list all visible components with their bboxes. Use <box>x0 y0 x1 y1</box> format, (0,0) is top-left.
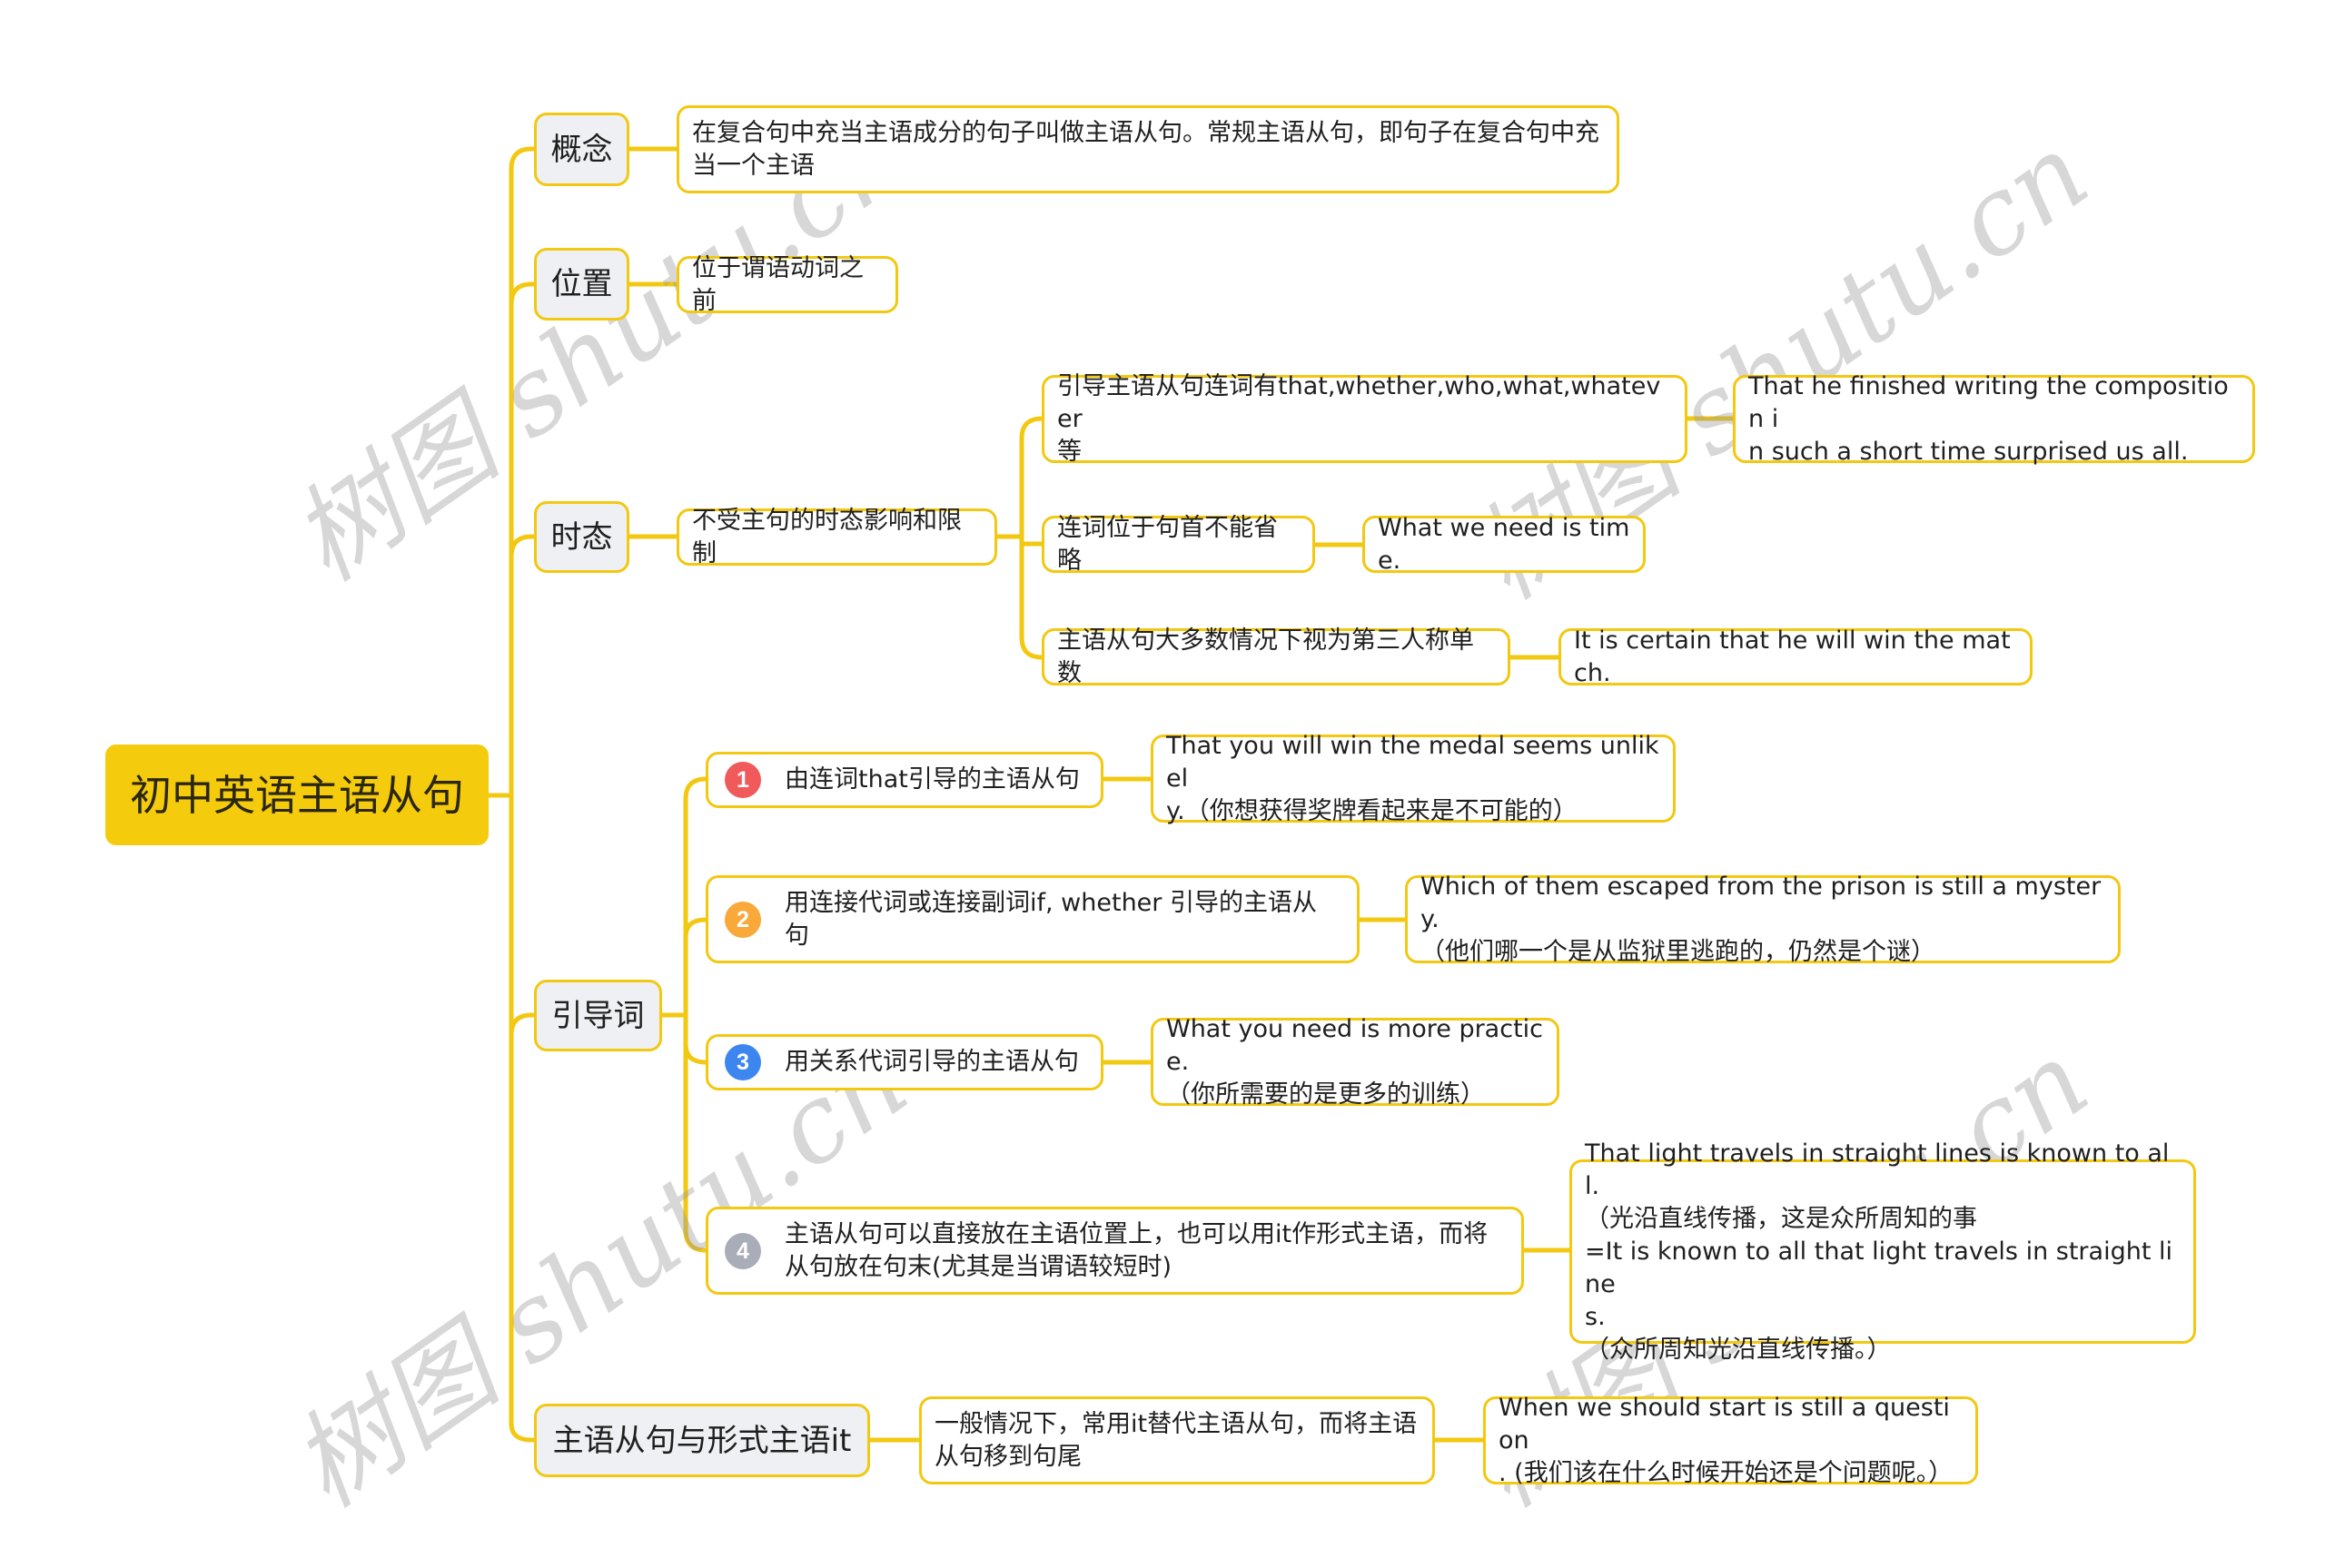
position-description-text: 位于谓语动词之前 <box>692 253 864 315</box>
introducer-item-3-text: 用关系代词引导的主语从句 <box>785 1048 1079 1076</box>
introducer-item-2-text: 用连接代词或连接副词if, whether 引导的主语从 句 <box>785 888 1317 950</box>
tense-example-3-text: It is certain that he will win the match… <box>1574 626 2011 687</box>
connector-introducers <box>509 1012 539 1038</box>
introducer-example-1-text: That you will win the medal seems unlike… <box>1166 731 1659 825</box>
topic-tense-label: 时态 <box>550 518 613 556</box>
formal-it-description-text: 一般情况下，常用it替代主语从句，而将主语 从句移到句尾 <box>935 1409 1418 1471</box>
connector-tense <box>509 534 539 559</box>
topic-position-label: 位置 <box>550 266 613 302</box>
formal-it-description[interactable]: 一般情况下，常用it替代主语从句，而将主语 从句移到句尾 <box>919 1396 1435 1484</box>
introducer-example-2[interactable]: Which of them escaped from the prison is… <box>1405 873 2121 966</box>
tense-child-2-text: 连词位于句首不能省略 <box>1057 513 1278 575</box>
tense-child-2[interactable]: 连词位于句首不能省略 <box>1042 514 1315 575</box>
introducer-item-2[interactable]: 2 用连接代词或连接副词if, whether 引导的主语从 句 <box>706 875 1360 963</box>
root-topic-label: 初中英语主语从句 <box>130 770 464 820</box>
topic-tense[interactable]: 时态 <box>534 501 629 573</box>
tense-example-2[interactable]: What we need is time. <box>1362 514 1646 575</box>
formal-it-example-text: When we should start is still a question… <box>1499 1393 1954 1487</box>
number-badge-4-icon: 4 <box>725 1232 761 1269</box>
introducer-example-1[interactable]: That you will win the medal seems unlike… <box>1151 732 1676 825</box>
connector-concept <box>509 146 539 172</box>
introducer-item-1-text: 由连词that引导的主语从句 <box>785 765 1080 794</box>
tense-child-3[interactable]: 主语从句大多数情况下视为第三人称单数 <box>1042 626 1510 687</box>
introducer-item-4-text: 主语从句可以直接放在主语位置上，也可以用it作形式主语，而将 从句放在句末(尤其… <box>785 1219 1489 1281</box>
tense-example-3[interactable]: It is certain that he will win the match… <box>1558 626 2033 687</box>
tense-child-3-text: 主语从句大多数情况下视为第三人称单数 <box>1057 626 1474 687</box>
topic-position[interactable]: 位置 <box>534 248 629 321</box>
topic-concept-label: 概念 <box>550 131 613 168</box>
number-badge-3-icon: 3 <box>725 1044 761 1080</box>
topic-introducers[interactable]: 引导词 <box>534 980 662 1051</box>
topic-introducers-label: 引导词 <box>551 997 645 1034</box>
connector-position <box>509 281 539 307</box>
number-badge-1-icon: 1 <box>725 762 761 798</box>
concept-description-text: 在复合句中充当主语成分的句子叫做主语从句。常规主语从句，即句子在复合句中充 当一… <box>692 118 1599 180</box>
introducer-example-4[interactable]: That light travels in straight lines is … <box>1569 1139 2196 1364</box>
introducer-example-3-text: What you need is more practice. （你所需要的是更… <box>1166 1014 1544 1109</box>
tense-child-1-text: 引导主语从句连词有that,whether,who,what,whatever … <box>1057 371 1661 466</box>
tense-example-1[interactable]: That he finished writing the composition… <box>1733 372 2255 466</box>
tense-example-1-text: That he finished writing the composition… <box>1748 371 2229 466</box>
connector-formal-it <box>509 1421 539 1443</box>
concept-description[interactable]: 在复合句中充当主语成分的句子叫做主语从句。常规主语从句，即句子在复合句中充 当一… <box>677 105 1619 193</box>
introducer-example-4-text: That light travels in straight lines is … <box>1585 1139 2172 1364</box>
root-topic[interactable]: 初中英语主语从句 <box>105 745 489 845</box>
tense-description[interactable]: 不受主句的时态影响和限制 <box>677 507 997 567</box>
topic-concept[interactable]: 概念 <box>534 113 629 186</box>
position-description[interactable]: 位于谓语动词之前 <box>677 254 898 315</box>
introducer-example-2-text: Which of them escaped from the prison is… <box>1420 872 2102 966</box>
introducer-item-1[interactable]: 1 由连词that引导的主语从句 <box>706 752 1103 808</box>
introducer-example-3[interactable]: What you need is more practice. （你所需要的是更… <box>1151 1015 1559 1109</box>
topic-formal-it[interactable]: 主语从句与形式主语it <box>534 1404 870 1477</box>
tense-child-1[interactable]: 引导主语从句连词有that,whether,who,what,whatever … <box>1042 372 1687 466</box>
introducer-item-3[interactable]: 3 用关系代词引导的主语从句 <box>706 1034 1103 1090</box>
number-badge-2-icon: 2 <box>725 901 761 938</box>
formal-it-example[interactable]: When we should start is still a question… <box>1483 1394 1978 1487</box>
tense-description-text: 不受主句的时态影响和限制 <box>692 506 962 567</box>
introducer-item-4[interactable]: 4 主语从句可以直接放在主语位置上，也可以用it作形式主语，而将 从句放在句末(… <box>706 1207 1524 1295</box>
tense-example-2-text: What we need is time. <box>1378 513 1630 575</box>
topic-formal-it-label: 主语从句与形式主语it <box>552 1422 852 1459</box>
